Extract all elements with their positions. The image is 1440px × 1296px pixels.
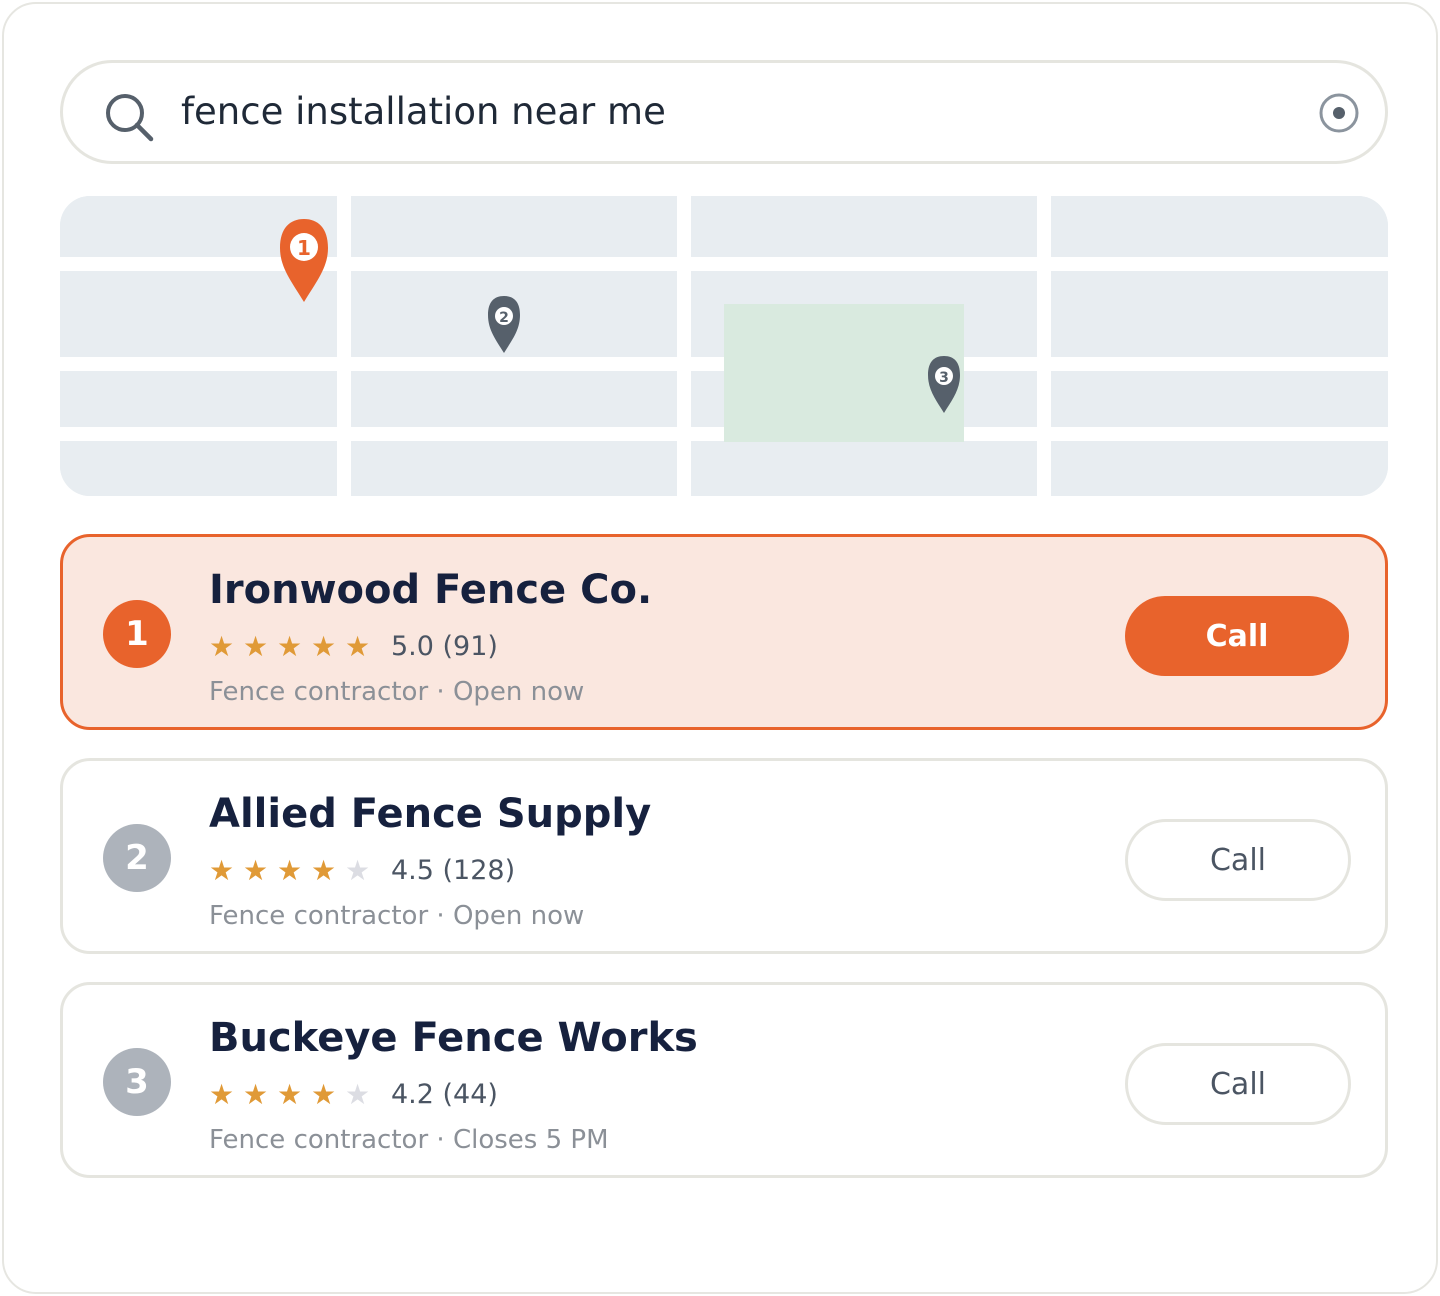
result-card-3[interactable]: 3 Buckeye Fence Works ★ ★ ★ ★ ★ 4.2 (44)…: [60, 982, 1388, 1178]
rating-text: 4.2 (44): [391, 1079, 498, 1110]
star-empty-icon: ★: [345, 1078, 371, 1111]
map-road: [677, 196, 691, 496]
map-pin-label: 3: [939, 370, 949, 386]
rating-row: ★ ★ ★ ★ ★ 4.5 (128): [209, 853, 515, 889]
search-bar[interactable]: fence installation near me: [60, 60, 1388, 164]
star-icon: ★: [243, 1078, 269, 1111]
call-button[interactable]: Call: [1125, 1043, 1351, 1125]
map-road: [964, 427, 1388, 441]
business-meta: Fence contractor · Open now: [209, 677, 585, 707]
star-rating: ★ ★ ★ ★ ★: [209, 1078, 379, 1112]
star-icon: ★: [243, 630, 269, 663]
rank-badge: 2: [103, 824, 171, 892]
star-icon: ★: [209, 854, 235, 887]
star-icon: ★: [311, 630, 337, 663]
business-name[interactable]: Ironwood Fence Co.: [209, 565, 652, 615]
search-icon: [106, 94, 154, 142]
star-icon: ★: [243, 854, 269, 887]
map-road: [60, 427, 724, 441]
rating-text: 5.0 (91): [391, 631, 498, 662]
star-icon: ★: [277, 854, 303, 887]
star-icon: ★: [345, 630, 371, 663]
business-name[interactable]: Allied Fence Supply: [209, 789, 651, 839]
map-park: [724, 304, 964, 442]
locate-icon[interactable]: [1317, 91, 1361, 135]
result-card-1[interactable]: 1 Ironwood Fence Co. ★ ★ ★ ★ ★ 5.0 (91) …: [60, 534, 1388, 730]
map-road: [964, 357, 1388, 371]
map-road: [60, 257, 1388, 271]
star-empty-icon: ★: [345, 854, 371, 887]
search-input[interactable]: fence installation near me: [181, 89, 666, 135]
app-frame: fence installation near me 1 2 3 1 Ironw…: [2, 2, 1438, 1294]
star-rating: ★ ★ ★ ★ ★: [209, 630, 379, 664]
star-icon: ★: [209, 1078, 235, 1111]
call-button[interactable]: Call: [1125, 596, 1349, 676]
star-icon: ★: [311, 854, 337, 887]
map-canvas: 1 2 3: [60, 196, 1388, 496]
map-road: [1037, 196, 1051, 496]
map-road: [337, 196, 351, 496]
star-rating: ★ ★ ★ ★ ★: [209, 854, 379, 888]
rank-badge: 1: [103, 600, 171, 668]
star-icon: ★: [209, 630, 235, 663]
star-icon: ★: [277, 1078, 303, 1111]
rank-badge: 3: [103, 1048, 171, 1116]
map-pin-label: 1: [297, 236, 311, 260]
rating-row: ★ ★ ★ ★ ★ 5.0 (91): [209, 629, 498, 665]
map-view[interactable]: 1 2 3: [60, 196, 1388, 496]
rating-text: 4.5 (128): [391, 855, 516, 886]
star-icon: ★: [277, 630, 303, 663]
result-card-2[interactable]: 2 Allied Fence Supply ★ ★ ★ ★ ★ 4.5 (128…: [60, 758, 1388, 954]
rating-row: ★ ★ ★ ★ ★ 4.2 (44): [209, 1077, 498, 1113]
business-meta: Fence contractor · Open now: [209, 901, 585, 931]
map-pin-label: 2: [499, 310, 509, 326]
business-name[interactable]: Buckeye Fence Works: [209, 1013, 698, 1063]
map-road: [60, 357, 724, 371]
call-button[interactable]: Call: [1125, 819, 1351, 901]
star-icon: ★: [311, 1078, 337, 1111]
business-meta: Fence contractor · Closes 5 PM: [209, 1125, 609, 1155]
